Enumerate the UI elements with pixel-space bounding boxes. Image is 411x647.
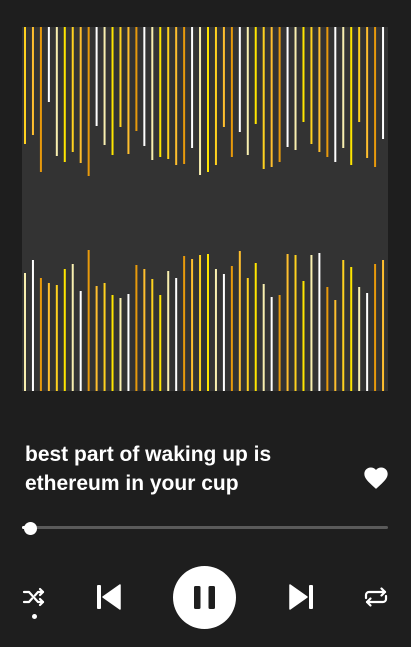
repeat-button[interactable] (362, 585, 390, 609)
previous-track-button[interactable] (94, 581, 124, 613)
play-pause-button[interactable] (173, 566, 236, 629)
album-artwork (22, 27, 388, 391)
shuffle-active-indicator (32, 614, 37, 619)
progress-track (22, 526, 388, 529)
pause-icon (194, 586, 215, 609)
next-track-button[interactable] (286, 581, 316, 613)
shuffle-button[interactable] (21, 585, 47, 609)
shuffle-icon (22, 587, 45, 607)
track-title: best part of waking up is ethereum in yo… (25, 443, 272, 495)
skip-next-icon (289, 584, 313, 610)
repeat-icon (364, 587, 388, 607)
audio-visualizer (24, 27, 385, 391)
skip-previous-icon (97, 584, 121, 610)
progress-slider[interactable] (22, 520, 388, 536)
like-button[interactable] (362, 464, 390, 492)
heart-icon (364, 467, 388, 489)
progress-thumb[interactable] (23, 521, 37, 535)
